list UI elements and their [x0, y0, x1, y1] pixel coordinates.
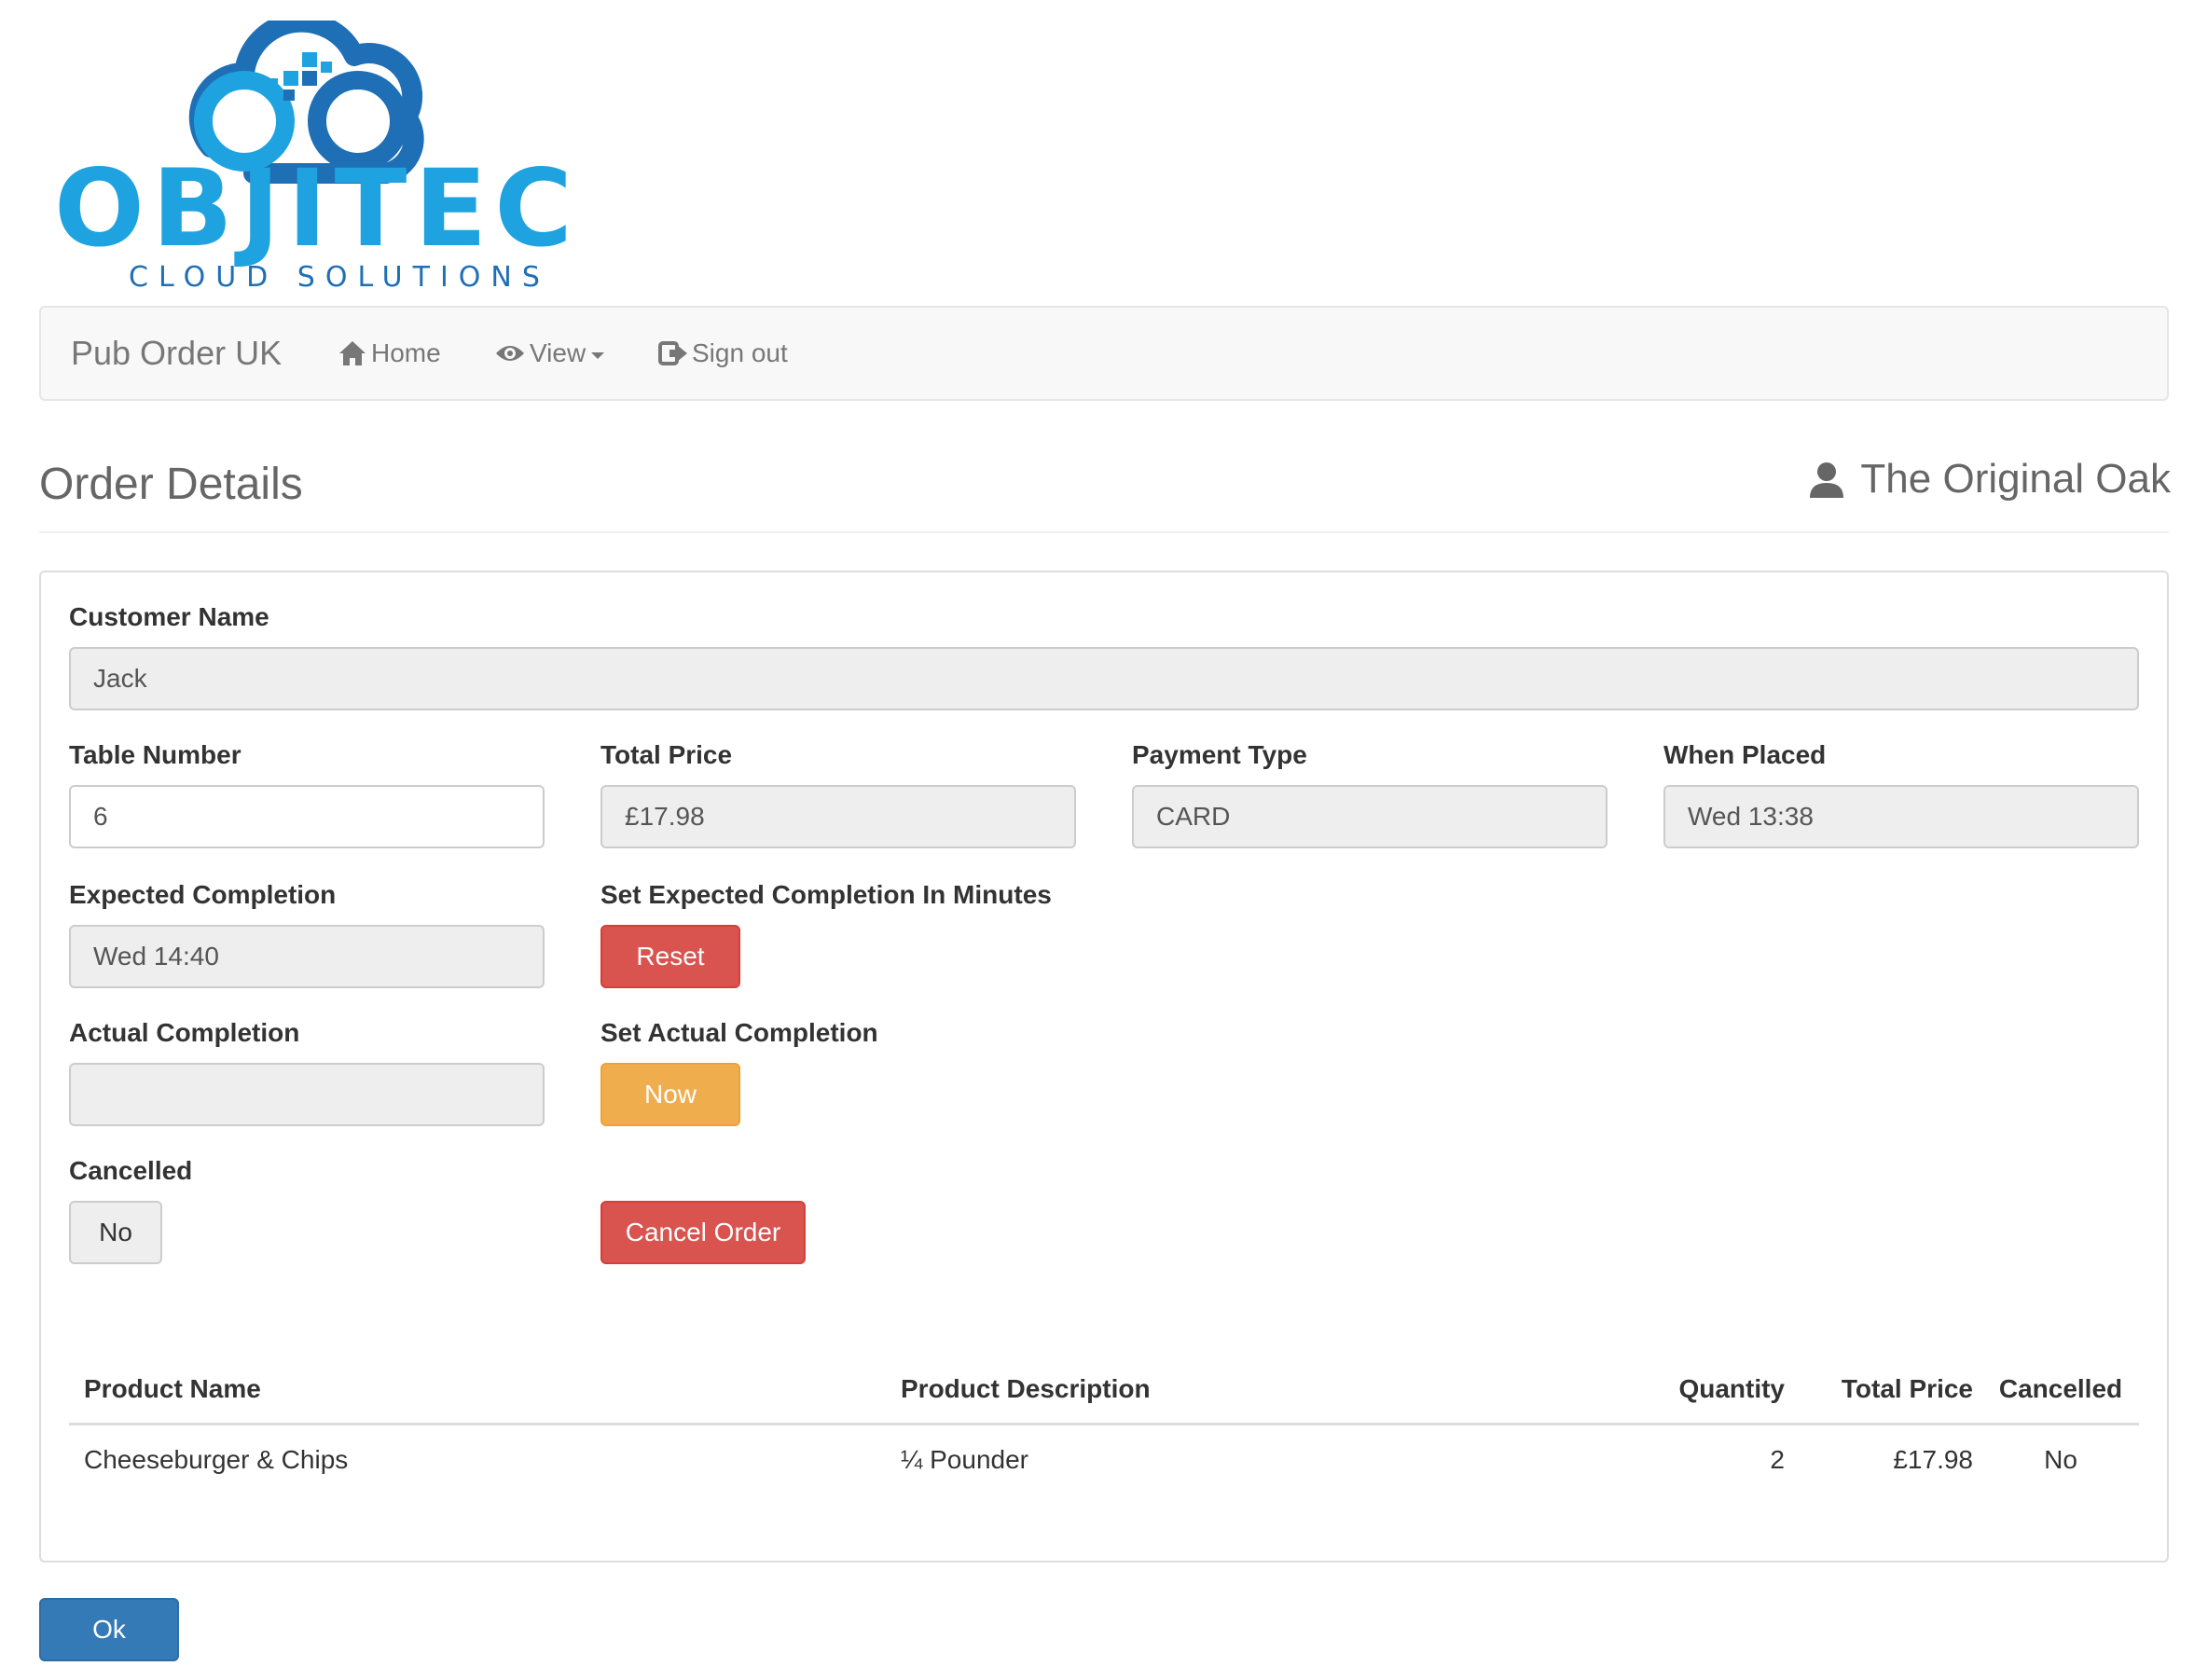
customer-name-field[interactable]: Jack: [69, 647, 2139, 710]
navbar-brand[interactable]: Pub Order UK: [71, 308, 282, 399]
payment-type-field[interactable]: CARD: [1132, 785, 1608, 848]
actual-completion-label: Actual Completion: [69, 1018, 300, 1047]
table-number-label: Table Number: [69, 740, 242, 769]
cancelled-label: Cancelled: [69, 1156, 193, 1185]
table-header-divider: [69, 1423, 2139, 1425]
page-title: Order Details: [39, 460, 303, 509]
now-button[interactable]: Now: [600, 1063, 740, 1126]
set-expected-completion-label: Set Expected Completion In Minutes: [600, 880, 1052, 909]
cell-cancelled: No: [2044, 1445, 2077, 1474]
header-divider: [39, 531, 2169, 533]
cell-total-price: £17.98: [1893, 1445, 1973, 1474]
home-icon: [339, 341, 366, 365]
nav-home-link[interactable]: Home: [338, 308, 441, 399]
logo-wordmark: OBJITEC: [54, 146, 580, 270]
customer-name-label: Customer Name: [69, 602, 269, 631]
reset-button[interactable]: Reset: [600, 925, 740, 988]
cell-quantity: 2: [1770, 1445, 1785, 1474]
expected-completion-label: Expected Completion: [69, 880, 337, 909]
cancel-order-button[interactable]: Cancel Order: [600, 1201, 806, 1264]
log-out-icon: [658, 341, 687, 365]
nav-sign-out-link[interactable]: Sign out: [658, 308, 788, 399]
table-number-input[interactable]: 6: [69, 785, 545, 848]
navbar: Pub Order UK Home View Sign out: [39, 306, 2169, 401]
actual-completion-field[interactable]: [69, 1063, 545, 1126]
total-price-field[interactable]: £17.98: [600, 785, 1076, 848]
venue-badge: The Original Oak: [1808, 451, 2171, 507]
column-header-total-price: Total Price: [1841, 1374, 1973, 1403]
column-header-product-description: Product Description: [901, 1374, 1151, 1403]
column-header-cancelled: Cancelled: [1998, 1374, 2123, 1403]
caret-down-icon: [591, 351, 605, 359]
user-icon: [1810, 462, 1844, 498]
ok-button[interactable]: Ok: [39, 1598, 179, 1661]
column-header-quantity: Quantity: [1678, 1374, 1785, 1403]
cancelled-status-button[interactable]: No: [69, 1201, 162, 1264]
when-placed-field[interactable]: Wed 13:38: [1663, 785, 2139, 848]
nav-view-dropdown[interactable]: View: [494, 308, 605, 399]
objitec-logo: OBJITEC CLOUD SOLUTIONS: [54, 21, 573, 300]
eye-icon: [496, 346, 524, 361]
logo-tagline: CLOUD SOLUTIONS: [129, 261, 550, 294]
cell-product-description: ¼ Pounder: [901, 1445, 1028, 1474]
set-actual-completion-label: Set Actual Completion: [600, 1018, 878, 1047]
expected-completion-field[interactable]: Wed 14:40: [69, 925, 545, 988]
column-header-product-name: Product Name: [84, 1374, 261, 1403]
nav-home-label: Home: [371, 338, 441, 367]
cell-product-name: Cheeseburger & Chips: [84, 1445, 349, 1474]
when-placed-label: When Placed: [1663, 740, 1827, 769]
venue-name: The Original Oak: [1860, 456, 2171, 502]
nav-view-label: View: [530, 338, 586, 367]
total-price-label: Total Price: [600, 740, 733, 769]
nav-sign-out-label: Sign out: [692, 338, 788, 367]
payment-type-label: Payment Type: [1132, 740, 1307, 769]
